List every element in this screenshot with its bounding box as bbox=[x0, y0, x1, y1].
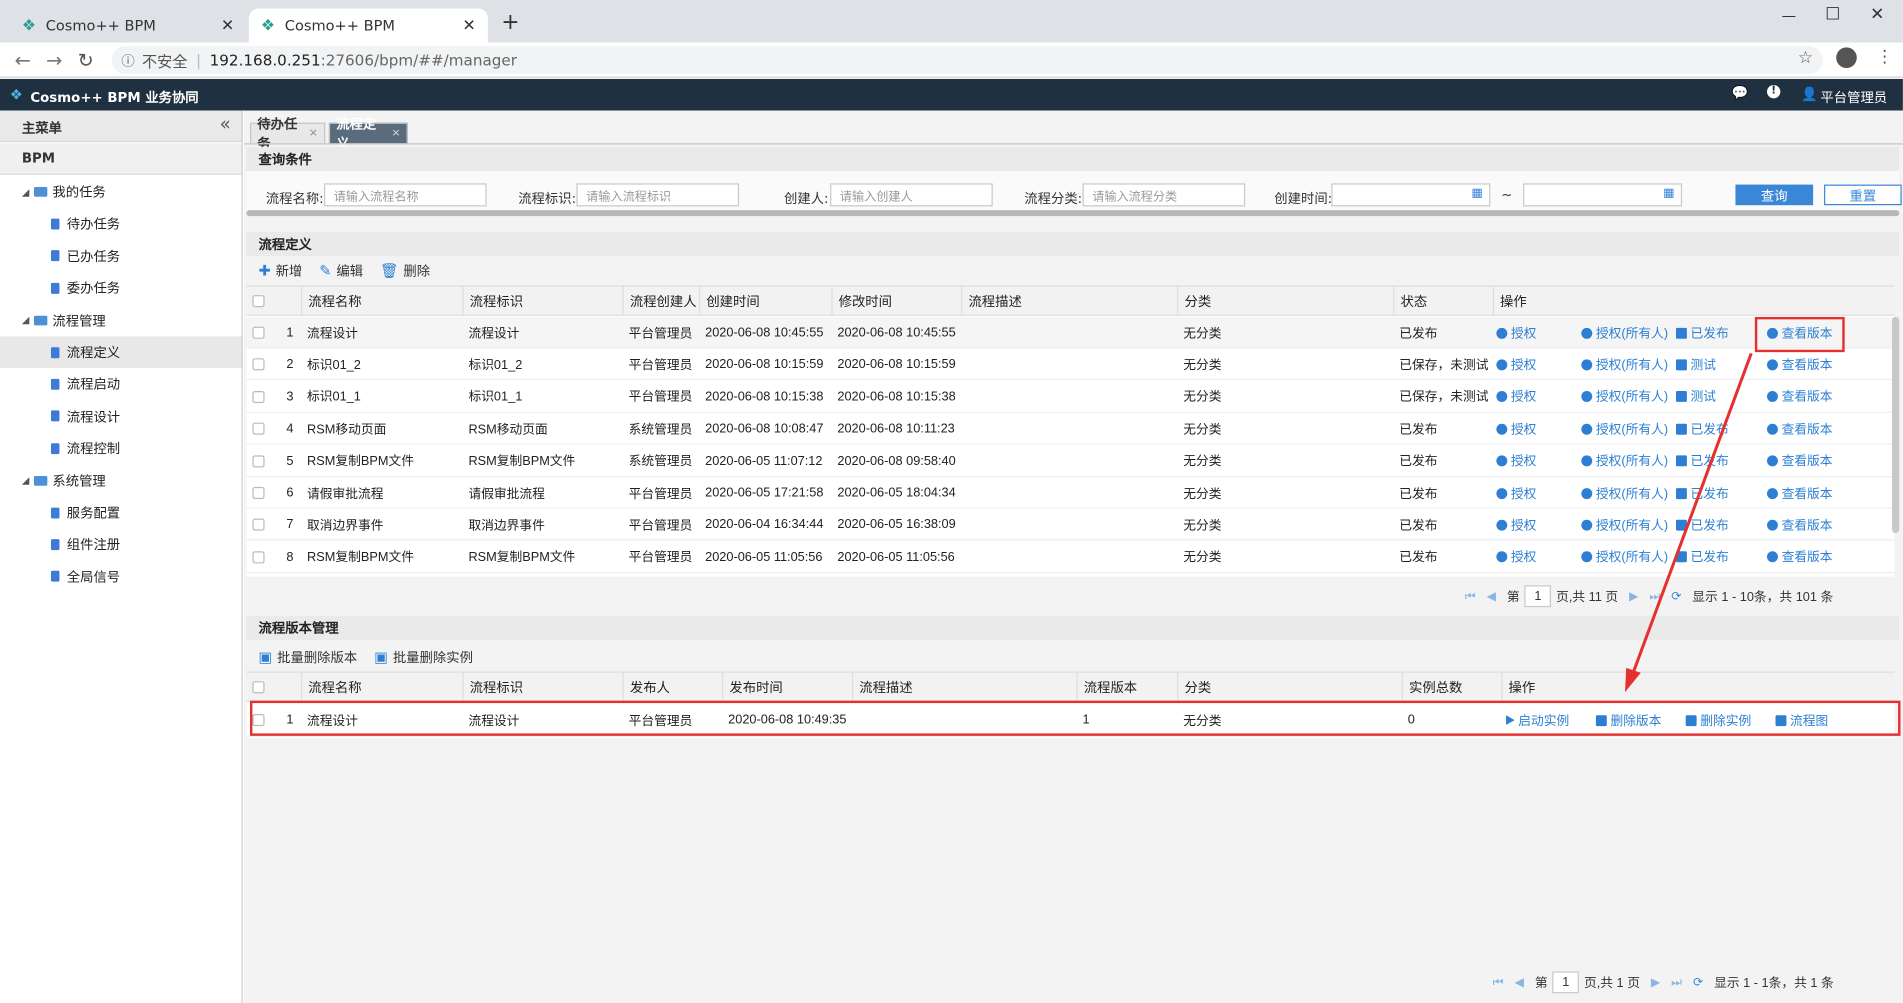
annotation-arrow bbox=[1625, 352, 1753, 693]
